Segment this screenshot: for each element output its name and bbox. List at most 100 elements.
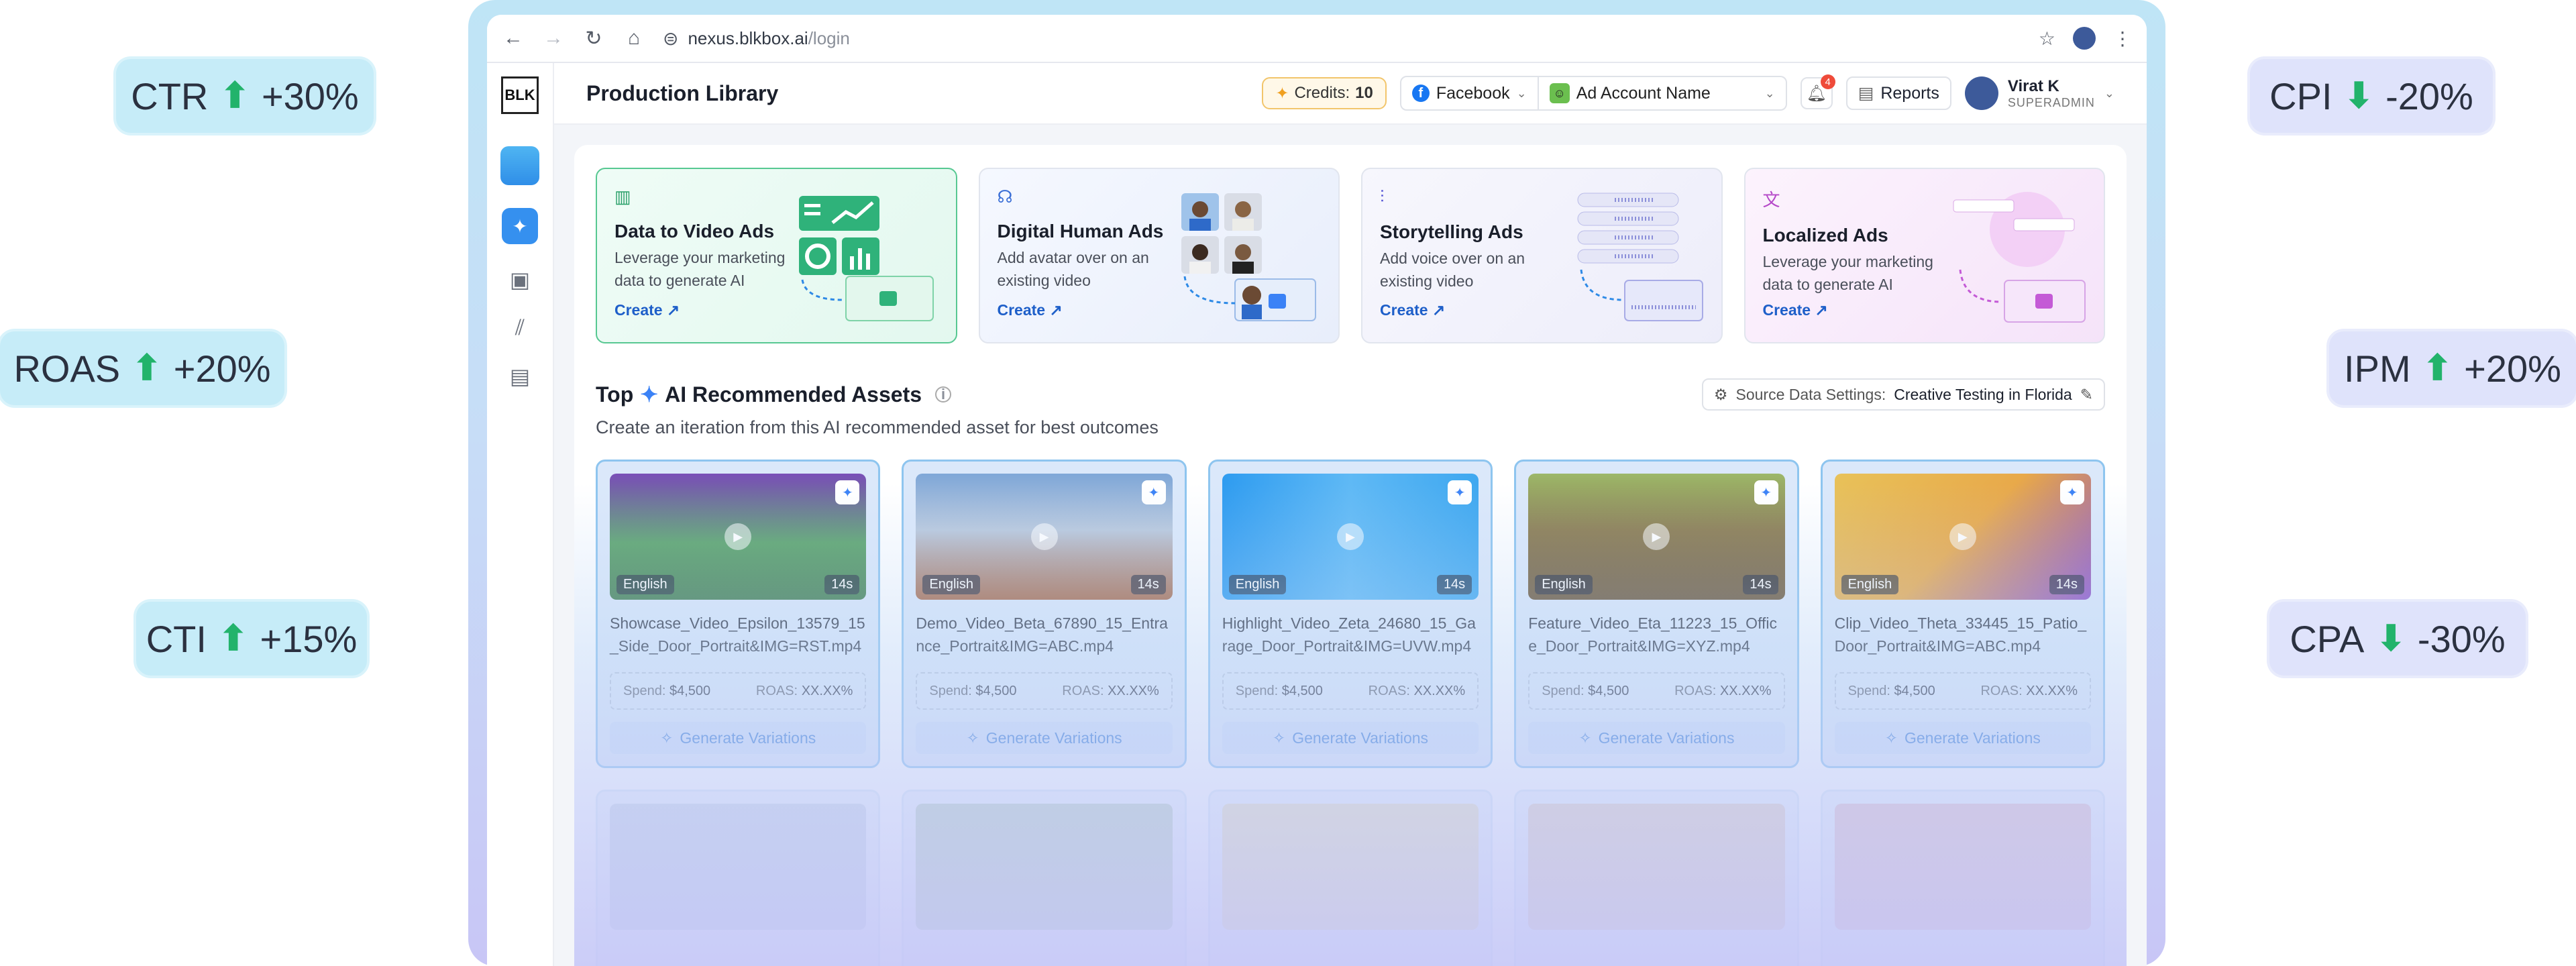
asset-card[interactable]: ✦ ▶ English 14s Demo_Video_Beta_67890_15… (902, 460, 1187, 768)
card-description: Leverage your marketing data to generate… (614, 249, 786, 289)
url-host: nexus.blkbox.ai (688, 28, 808, 48)
source-label: Source Data Settings: (1735, 385, 1886, 403)
profile-avatar[interactable] (2073, 27, 2096, 50)
asset-card[interactable]: ✦ ▶ English 14s Clip_Video_Theta_33445_1… (1820, 460, 2105, 768)
sparkle-icon[interactable]: ✦ (2059, 480, 2084, 504)
play-icon[interactable]: ▶ (1643, 523, 1670, 550)
button-label: Generate Variations (1292, 729, 1429, 747)
facebook-icon: f (1411, 85, 1430, 102)
production-library-icon[interactable]: ✦ (502, 208, 538, 244)
ai-sparkle-icon: ✦ (640, 382, 659, 407)
roas-value: XX.XX% (2026, 683, 2078, 698)
home-icon[interactable]: ⌂ (623, 27, 645, 50)
asset-thumbnail[interactable]: ✦ ▶ English 14s (1222, 474, 1479, 600)
language-tag: English (1535, 575, 1593, 594)
platform-select[interactable]: f Facebook ⌄ (1399, 76, 1539, 111)
edit-icon[interactable]: ✎ (2080, 386, 2093, 404)
generate-variations-button[interactable]: ✧ Generate Variations (1222, 722, 1479, 754)
wand-icon: ✧ (1272, 729, 1286, 747)
wand-icon: ✧ (1884, 729, 1898, 747)
media-icon[interactable]: ▤ (510, 364, 530, 389)
address-bar[interactable]: ⊜ nexus.blkbox.ai/login (663, 28, 2021, 50)
duration-tag: 14s (1436, 575, 1472, 594)
asset-card[interactable]: ✦ ▶ English 14s Feature_Video_Eta_11223_… (1514, 460, 1799, 768)
bookmark-star-icon[interactable]: ☆ (2039, 28, 2055, 50)
section-title: Top ✦ AI Recommended Assets i (596, 382, 952, 407)
sparkle-icon[interactable]: ✦ (1141, 480, 1166, 504)
generate-variations-button[interactable]: ✧ Generate Variations (1528, 722, 1785, 754)
roas-label: ROAS: (1062, 683, 1104, 698)
info-icon[interactable]: i (935, 386, 952, 402)
gallery-icon[interactable]: ▣ (510, 267, 530, 292)
create-link[interactable]: Create ↗ (1380, 301, 1445, 319)
metric-pill-ctr: CTR ⬆ +30% (116, 59, 374, 133)
workspace-icon[interactable] (500, 146, 539, 185)
play-icon[interactable]: ▶ (1949, 523, 1976, 550)
spend-value: $4,500 (1588, 683, 1629, 698)
card-description: Add voice over on an existing video (1380, 250, 1525, 290)
sparkle-icon[interactable]: ✦ (1754, 480, 1778, 504)
metric-value: +20% (173, 347, 271, 390)
ad-account-icon: ☺ (1549, 83, 1570, 103)
site-info-icon[interactable]: ⊜ (663, 28, 678, 50)
metric-label: CTI (146, 617, 207, 660)
asset-card[interactable]: ✦ ▶ English 14s Highlight_Video_Zeta_246… (1208, 460, 1493, 768)
sidebar: BLK ✦ ▣ ⫽ ▤ (487, 63, 554, 966)
generate-variations-button[interactable]: ✧ Generate Variations (916, 722, 1173, 754)
reload-icon[interactable]: ↻ (582, 27, 605, 50)
notifications-button[interactable]: 🔔︎ 4 (1800, 74, 1835, 109)
forward-icon[interactable]: → (542, 27, 565, 50)
asset-thumbnail (916, 804, 1173, 930)
card-description: Leverage your marketing data to generate… (1762, 253, 1933, 293)
roas-label: ROAS: (755, 683, 798, 698)
url-path: /login (808, 28, 850, 48)
credits-icon: ✦ (1275, 84, 1289, 103)
roas-label: ROAS: (1368, 683, 1410, 698)
brand-logo[interactable]: BLK (501, 76, 539, 114)
chevron-down-icon: ⌄ (1764, 86, 1775, 100)
generate-variations-button[interactable]: ✧ Generate Variations (610, 722, 867, 754)
metric-pill-ipm: IPM ⬆ +20% (2329, 331, 2576, 405)
ad-account-select[interactable]: ☺ Ad Account Name ⌄ (1538, 76, 1787, 111)
card-storytelling[interactable]: ⫶ Storytelling Ads Add voice over on an … (1361, 168, 1723, 343)
metric-value: +15% (260, 617, 358, 660)
play-icon[interactable]: ▶ (724, 523, 752, 550)
asset-card[interactable]: ✦ ▶ English 14s Showcase_Video_Epsilon_1… (596, 460, 881, 768)
card-localized[interactable]: 文 Localized Ads Leverage your marketing … (1743, 168, 2105, 343)
card-data-to-video[interactable]: ▥ Data to Video Ads Leverage your market… (596, 168, 957, 343)
play-icon[interactable]: ▶ (1336, 523, 1364, 550)
sparkle-icon[interactable]: ✦ (835, 480, 860, 504)
generate-variations-button[interactable]: ✧ Generate Variations (1834, 722, 2091, 754)
create-link[interactable]: Create ↗ (998, 301, 1063, 319)
metric-value: -30% (2417, 617, 2506, 660)
create-cards: ▥ Data to Video Ads Leverage your market… (596, 168, 2105, 343)
asset-card-faded (902, 790, 1187, 966)
source-data-settings[interactable]: ⚙ Source Data Settings: Creative Testing… (1701, 378, 2105, 411)
duration-tag: 14s (824, 575, 860, 594)
user-menu[interactable]: Virat K SUPERADMIN ⌄ (1964, 76, 2114, 110)
play-icon[interactable]: ▶ (1030, 523, 1058, 550)
card-digital-human[interactable]: ☊ Digital Human Ads Add avatar over on a… (978, 168, 1340, 343)
credits-badge[interactable]: ✦ Credits: 10 (1262, 77, 1387, 109)
metric-label: CTR (131, 74, 209, 117)
reports-button[interactable]: ▤ Reports (1845, 76, 1951, 110)
sparkle-icon[interactable]: ✦ (1448, 480, 1472, 504)
analytics-icon[interactable]: ⫽ (515, 315, 525, 341)
spend-value: $4,500 (669, 683, 711, 698)
arrow-up-icon: ⬆ (132, 349, 162, 388)
metric-label: IPM (2344, 347, 2411, 390)
browser-menu-icon[interactable]: ⋮ (2113, 28, 2132, 50)
create-link[interactable]: Create ↗ (614, 301, 680, 319)
asset-thumbnail[interactable]: ✦ ▶ English 14s (1834, 474, 2091, 600)
back-icon[interactable]: ← (502, 27, 525, 50)
asset-thumbnail[interactable]: ✦ ▶ English 14s (610, 474, 867, 600)
settings-icon: ⚙ (1713, 385, 1728, 403)
roas-label: ROAS: (1980, 683, 2023, 698)
create-link[interactable]: Create ↗ (1763, 301, 1828, 319)
arrow-down-icon: ⬇ (2344, 76, 2374, 115)
asset-thumbnail (1528, 804, 1785, 930)
asset-thumbnail[interactable]: ✦ ▶ English 14s (1528, 474, 1785, 600)
spend-label: Spend: (1542, 683, 1585, 698)
platform-label: Facebook (1436, 83, 1510, 103)
asset-thumbnail[interactable]: ✦ ▶ English 14s (916, 474, 1173, 600)
